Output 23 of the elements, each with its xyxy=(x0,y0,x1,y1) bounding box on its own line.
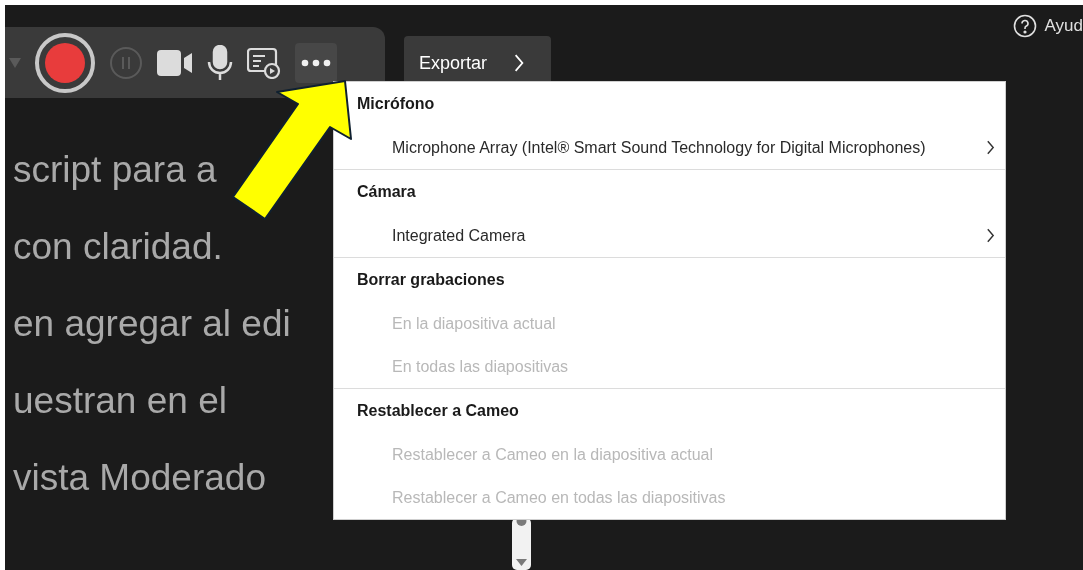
menu-item[interactable]: Microphone Array (Intel® Smart Sound Technology for Digital Microphones) xyxy=(334,126,1005,169)
more-dots-icon xyxy=(301,58,331,67)
help-label[interactable]: Ayud xyxy=(1044,13,1083,39)
menu-section-title: Cámara xyxy=(357,182,416,202)
record-button[interactable] xyxy=(35,32,95,93)
more-options-button[interactable] xyxy=(295,42,337,83)
script-text-line: vista Moderado xyxy=(13,456,266,500)
menu-section-title: Restablecer a Cameo xyxy=(357,401,519,421)
script-text-line: uestran en el xyxy=(13,379,227,423)
video-camera-icon[interactable] xyxy=(157,49,193,76)
script-play-icon[interactable] xyxy=(247,46,281,79)
chevron-right-icon xyxy=(986,140,995,155)
script-text-line: script para a xyxy=(13,148,217,192)
chevron-right-icon xyxy=(513,54,526,72)
chevron-right-icon xyxy=(986,228,995,243)
scrollbar-drawing xyxy=(512,518,531,570)
menu-item[interactable]: Integrated Camera xyxy=(334,214,1005,257)
microphone-icon[interactable] xyxy=(207,44,233,81)
script-text-line: con claridad. xyxy=(13,225,223,269)
menu-section-title: Borrar grabaciones xyxy=(357,270,505,290)
menu-section-title: Micrófono xyxy=(357,94,435,114)
help-icon[interactable] xyxy=(1012,13,1037,38)
script-text-line: en agregar al edi xyxy=(13,302,291,346)
